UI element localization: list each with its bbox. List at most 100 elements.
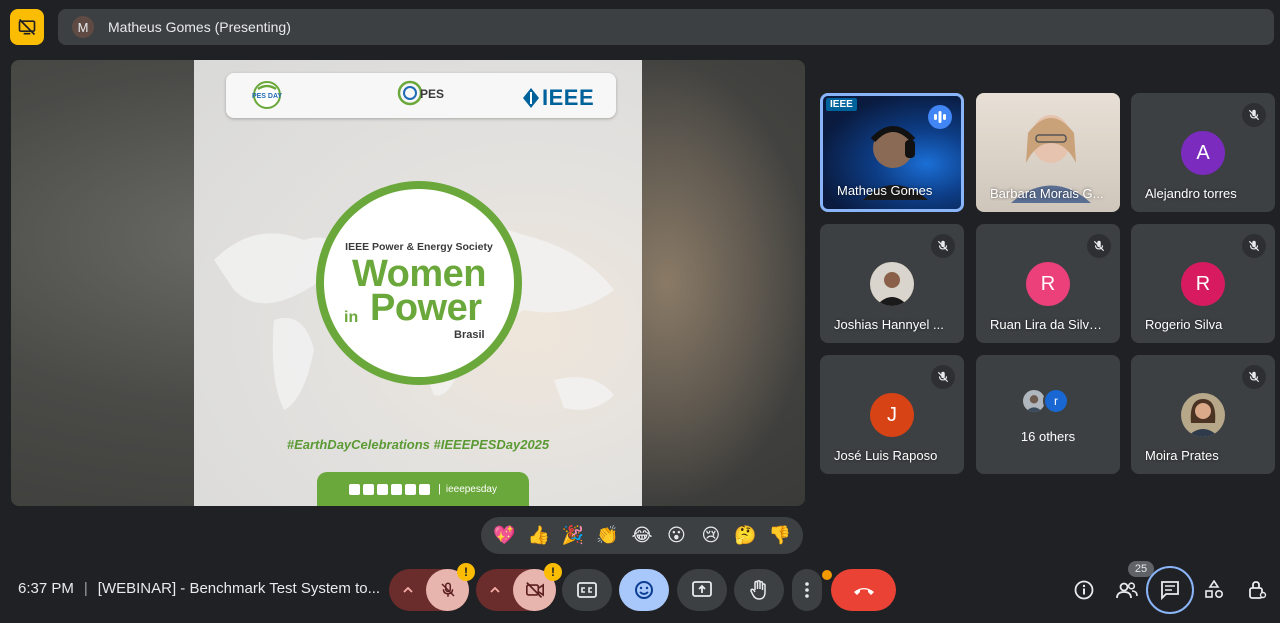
meeting-title: [WEBINAR] - Benchmark Test System to... xyxy=(97,580,381,597)
reaction-heart[interactable]: 💖 xyxy=(489,521,519,551)
pes-logo: PES xyxy=(397,80,444,106)
closed-captions-icon xyxy=(577,582,597,598)
reaction-laugh[interactable]: 😂 xyxy=(627,521,657,551)
microphone-control: ! xyxy=(389,563,475,611)
pes-day-logo: PES DAY xyxy=(252,81,282,109)
mic-options-button[interactable] xyxy=(389,569,426,611)
activities-button[interactable] xyxy=(1198,574,1230,606)
others-avatar-stack: r xyxy=(1021,388,1069,414)
slide-hashtags: #EarthDayCelebrations #IEEEPESDay2025 xyxy=(286,437,550,452)
camera-off-icon xyxy=(525,582,544,598)
reaction-surprised[interactable]: 😮 xyxy=(661,521,691,551)
info-separator: | xyxy=(83,580,88,597)
stop-presenting-icon xyxy=(18,18,36,36)
mic-off-icon xyxy=(937,240,949,252)
participant-name: Alejandro torres xyxy=(1145,186,1237,201)
participant-name: Rogerio Silva xyxy=(1145,317,1223,332)
participant-avatar: J xyxy=(870,393,914,437)
presenting-banner[interactable]: M Matheus Gomes (Presenting) xyxy=(58,9,1274,45)
clock-time: 6:37 PM xyxy=(18,580,74,597)
participant-tile-joshias-hannyel[interactable]: Joshias Hannyel ... xyxy=(820,224,964,343)
reactions-bar: 💖 👍 🎉 👏 😂 😮 😢 🤔 👎 xyxy=(481,517,803,554)
more-options-button[interactable] xyxy=(792,569,822,611)
facebook-icon xyxy=(348,483,360,495)
camera-toggle-button[interactable]: ! xyxy=(513,563,562,611)
host-controls-button[interactable] xyxy=(1241,574,1273,606)
lock-person-icon xyxy=(1249,581,1267,599)
people-button[interactable] xyxy=(1111,574,1143,606)
chat-icon xyxy=(1161,581,1179,600)
participant-tile-matheus-gomes[interactable]: IEEE Matheus Gomes xyxy=(820,93,964,212)
brasil-word: Brasil xyxy=(454,329,485,341)
women-in-power-logo: IEEE Power & Energy Society Women in Pow… xyxy=(316,181,522,385)
meeting-details-button[interactable] xyxy=(1068,574,1100,606)
participant-tile-rogerio-silva[interactable]: R Rogerio Silva xyxy=(1131,224,1275,343)
presentation-stage[interactable]: PES DAY PES IEEE IEEE Power & Energy Soc… xyxy=(11,60,805,506)
social-separator: | xyxy=(437,483,441,495)
slide-logo-bar: PES DAY PES IEEE xyxy=(226,73,616,118)
svg-text:PES DAY: PES DAY xyxy=(252,93,282,100)
participant-name: José Luis Raposo xyxy=(834,448,938,463)
info-icon xyxy=(1074,580,1094,600)
mic-off-icon xyxy=(441,582,455,597)
participant-tile-alejandro-torres[interactable]: A Alejandro torres xyxy=(1131,93,1275,212)
svg-text:PES: PES xyxy=(420,87,444,101)
participant-tile-others[interactable]: r 16 others xyxy=(976,355,1120,474)
shapes-icon xyxy=(1205,580,1224,599)
reaction-thumbs-down[interactable]: 👎 xyxy=(765,521,795,551)
presenting-label: Matheus Gomes (Presenting) xyxy=(108,19,291,35)
mic-off-icon xyxy=(1248,240,1260,252)
ieee-diamond-icon xyxy=(523,88,539,108)
raise-hand-button[interactable] xyxy=(734,569,784,611)
camera-options-button[interactable] xyxy=(476,569,513,611)
presentation-toggle-button[interactable] xyxy=(10,9,44,45)
participant-name: Joshias Hannyel ... xyxy=(834,317,944,332)
participant-tile-moira-prates[interactable]: Moira Prates xyxy=(1131,355,1275,474)
mic-muted-indicator xyxy=(931,234,955,258)
mic-off-icon xyxy=(1093,240,1105,252)
instagram-icon xyxy=(362,483,374,495)
x-icon xyxy=(404,483,416,495)
participant-name: Ruan Lira da Silva ... xyxy=(990,317,1108,332)
more-vertical-icon xyxy=(805,582,809,598)
camera-control: ! xyxy=(476,563,562,611)
mic-muted-indicator xyxy=(931,365,955,389)
shared-slide: PES DAY PES IEEE IEEE Power & Energy Soc… xyxy=(194,60,642,506)
ieee-logo: IEEE xyxy=(523,85,594,111)
mic-muted-indicator xyxy=(1087,234,1111,258)
reaction-clap[interactable]: 👏 xyxy=(593,521,623,551)
participant-avatar: A xyxy=(1181,131,1225,175)
mic-toggle-button[interactable]: ! xyxy=(426,563,475,611)
hand-icon xyxy=(750,580,766,600)
threads-icon xyxy=(390,483,402,495)
send-reaction-button[interactable] xyxy=(619,569,669,611)
mic-off-icon xyxy=(937,371,949,383)
chat-button[interactable] xyxy=(1146,566,1194,614)
people-icon xyxy=(1116,582,1138,599)
social-media-bar: | ieeepesday xyxy=(317,472,529,506)
participant-name: Barbara Morais G... xyxy=(990,186,1104,201)
ieee-overlay-badge: IEEE xyxy=(826,98,857,111)
speaking-indicator xyxy=(928,105,952,129)
mic-muted-indicator xyxy=(1242,103,1266,127)
camera-icon xyxy=(418,483,430,495)
participant-tile-jose-luis-raposo[interactable]: J José Luis Raposo xyxy=(820,355,964,474)
chevron-up-icon xyxy=(489,587,500,593)
captions-button[interactable] xyxy=(562,569,612,611)
reaction-thinking[interactable]: 🤔 xyxy=(730,521,760,551)
participant-tile-ruan-lira[interactable]: R Ruan Lira da Silva ... xyxy=(976,224,1120,343)
leave-call-button[interactable] xyxy=(831,569,896,611)
participant-photo-avatar xyxy=(1181,393,1225,437)
society-label: IEEE Power & Energy Society xyxy=(345,241,493,253)
mic-off-icon xyxy=(1248,109,1260,121)
participant-tile-barbara-morais[interactable]: Barbara Morais G... xyxy=(976,93,1120,212)
in-word: in xyxy=(344,309,359,326)
others-count-label: 16 others xyxy=(1020,429,1076,444)
reaction-sad[interactable]: 😢 xyxy=(696,521,726,551)
reaction-party[interactable]: 🎉 xyxy=(558,521,588,551)
power-word: Power xyxy=(370,287,482,329)
reaction-thumbs-up[interactable]: 👍 xyxy=(524,521,554,551)
present-screen-button[interactable] xyxy=(677,569,727,611)
mic-off-icon xyxy=(1248,371,1260,383)
participant-avatar: R xyxy=(1181,262,1225,306)
